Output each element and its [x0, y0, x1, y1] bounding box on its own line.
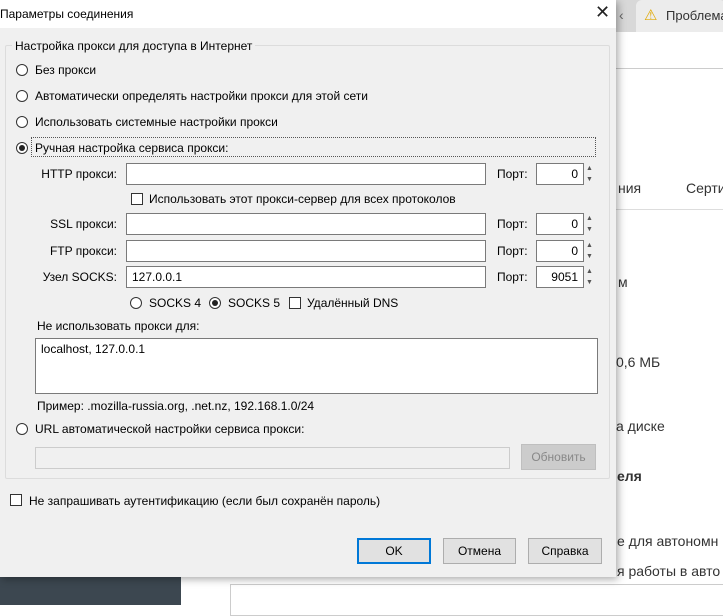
bg-tab-certificates[interactable]: Серти — [686, 180, 723, 196]
bg-box — [230, 584, 723, 616]
no-proxy-for-label: Не использовать прокси для: — [37, 319, 200, 333]
checkbox-label: Удалённый DNS — [307, 296, 399, 310]
bg-text: 0,6 МБ — [616, 354, 661, 370]
cancel-button[interactable]: Отмена — [443, 538, 516, 564]
example-hint: Пример: .mozilla-russia.org, .net.nz, 19… — [37, 399, 315, 413]
radio-label: SOCKS 4 — [149, 296, 202, 310]
ftp-proxy-input[interactable] — [126, 240, 486, 262]
reload-button[interactable]: Обновить — [521, 444, 596, 470]
ftp-port-spinner[interactable]: ▲ ▼ — [584, 240, 595, 262]
no-proxy-for-textarea[interactable]: localhost, 127.0.0.1 — [35, 338, 598, 394]
radio-label: SOCKS 5 — [228, 296, 281, 310]
ftp-port-input[interactable]: 0 — [536, 240, 584, 262]
port-label: Порт: — [497, 270, 528, 284]
ssl-proxy-label: SSL прокси: — [50, 217, 117, 231]
port-label: Порт: — [497, 217, 528, 231]
help-button[interactable]: Справка — [528, 538, 602, 564]
group-title: Настройка прокси для доступа в Интернет — [12, 39, 256, 53]
close-icon[interactable]: ✕ — [595, 2, 610, 23]
radio-label: URL автоматической настройки сервиса про… — [35, 422, 305, 436]
socks-host-input[interactable]: 127.0.0.1 — [126, 266, 486, 288]
no-auth-checkbox[interactable] — [10, 494, 22, 506]
port-label: Порт: — [497, 167, 528, 181]
checkbox-label: Не запрашивать аутентификацию (если был … — [29, 494, 381, 508]
ftp-proxy-label: FTP прокси: — [49, 244, 117, 258]
radio-label: Использовать системные настройки прокси — [35, 115, 278, 129]
bg-text: е для автономн — [617, 533, 719, 549]
connection-settings-dialog: Параметры соединения ✕ Настройка прокси … — [0, 0, 616, 577]
divider — [616, 68, 723, 69]
dialog-title: Параметры соединения — [0, 7, 134, 21]
socks-port-spinner[interactable]: ▲ ▼ — [584, 266, 595, 288]
ssl-port-spinner[interactable]: ▲ ▼ — [584, 213, 595, 235]
radio-auto-detect[interactable] — [16, 90, 28, 102]
port-label: Порт: — [497, 244, 528, 258]
radio-label: Ручная настройка сервиса прокси: — [35, 141, 229, 155]
bg-text: ния — [618, 180, 642, 196]
use-for-all-checkbox[interactable] — [131, 193, 143, 205]
bg-heading: еля — [617, 468, 642, 484]
radio-label: Автоматически определять настройки прокс… — [35, 89, 368, 103]
checkbox-label: Использовать этот прокси-сервер для всех… — [149, 192, 456, 206]
warning-icon: ⚠ — [644, 7, 658, 24]
radio-socks5[interactable] — [209, 297, 221, 309]
proxy-groupbox — [5, 45, 610, 479]
http-port-spinner[interactable]: ▲ ▼ — [584, 163, 595, 185]
tab-label: Проблема — [666, 8, 723, 23]
radio-label: Без прокси — [35, 63, 97, 77]
http-proxy-input[interactable] — [126, 163, 486, 185]
socks-port-input[interactable]: 9051 — [536, 266, 584, 288]
bg-text: м — [618, 274, 628, 290]
divider — [616, 209, 723, 210]
remote-dns-checkbox[interactable] — [289, 297, 301, 309]
radio-no-proxy[interactable] — [16, 64, 28, 76]
browser-tab[interactable]: ⚠ Проблема — [636, 0, 723, 32]
pac-url-input[interactable] — [35, 447, 510, 469]
bg-text: а диске — [616, 418, 665, 434]
bg-sidebar — [0, 577, 181, 605]
radio-socks4[interactable] — [130, 297, 142, 309]
chevron-left-icon[interactable]: ‹ — [619, 7, 624, 23]
http-proxy-label: HTTP прокси: — [41, 167, 117, 181]
radio-manual-proxy[interactable] — [16, 142, 28, 154]
ssl-proxy-input[interactable] — [126, 213, 486, 235]
radio-pac-url[interactable] — [16, 423, 28, 435]
bg-text: я работы в авто — [617, 563, 721, 579]
ssl-port-input[interactable]: 0 — [536, 213, 584, 235]
ok-button[interactable]: OK — [357, 538, 431, 564]
title-bar: Параметры соединения ✕ — [0, 0, 616, 28]
radio-system-proxy[interactable] — [16, 116, 28, 128]
socks-host-label: Узел SOCKS: — [42, 270, 117, 284]
http-port-input[interactable]: 0 — [536, 163, 584, 185]
